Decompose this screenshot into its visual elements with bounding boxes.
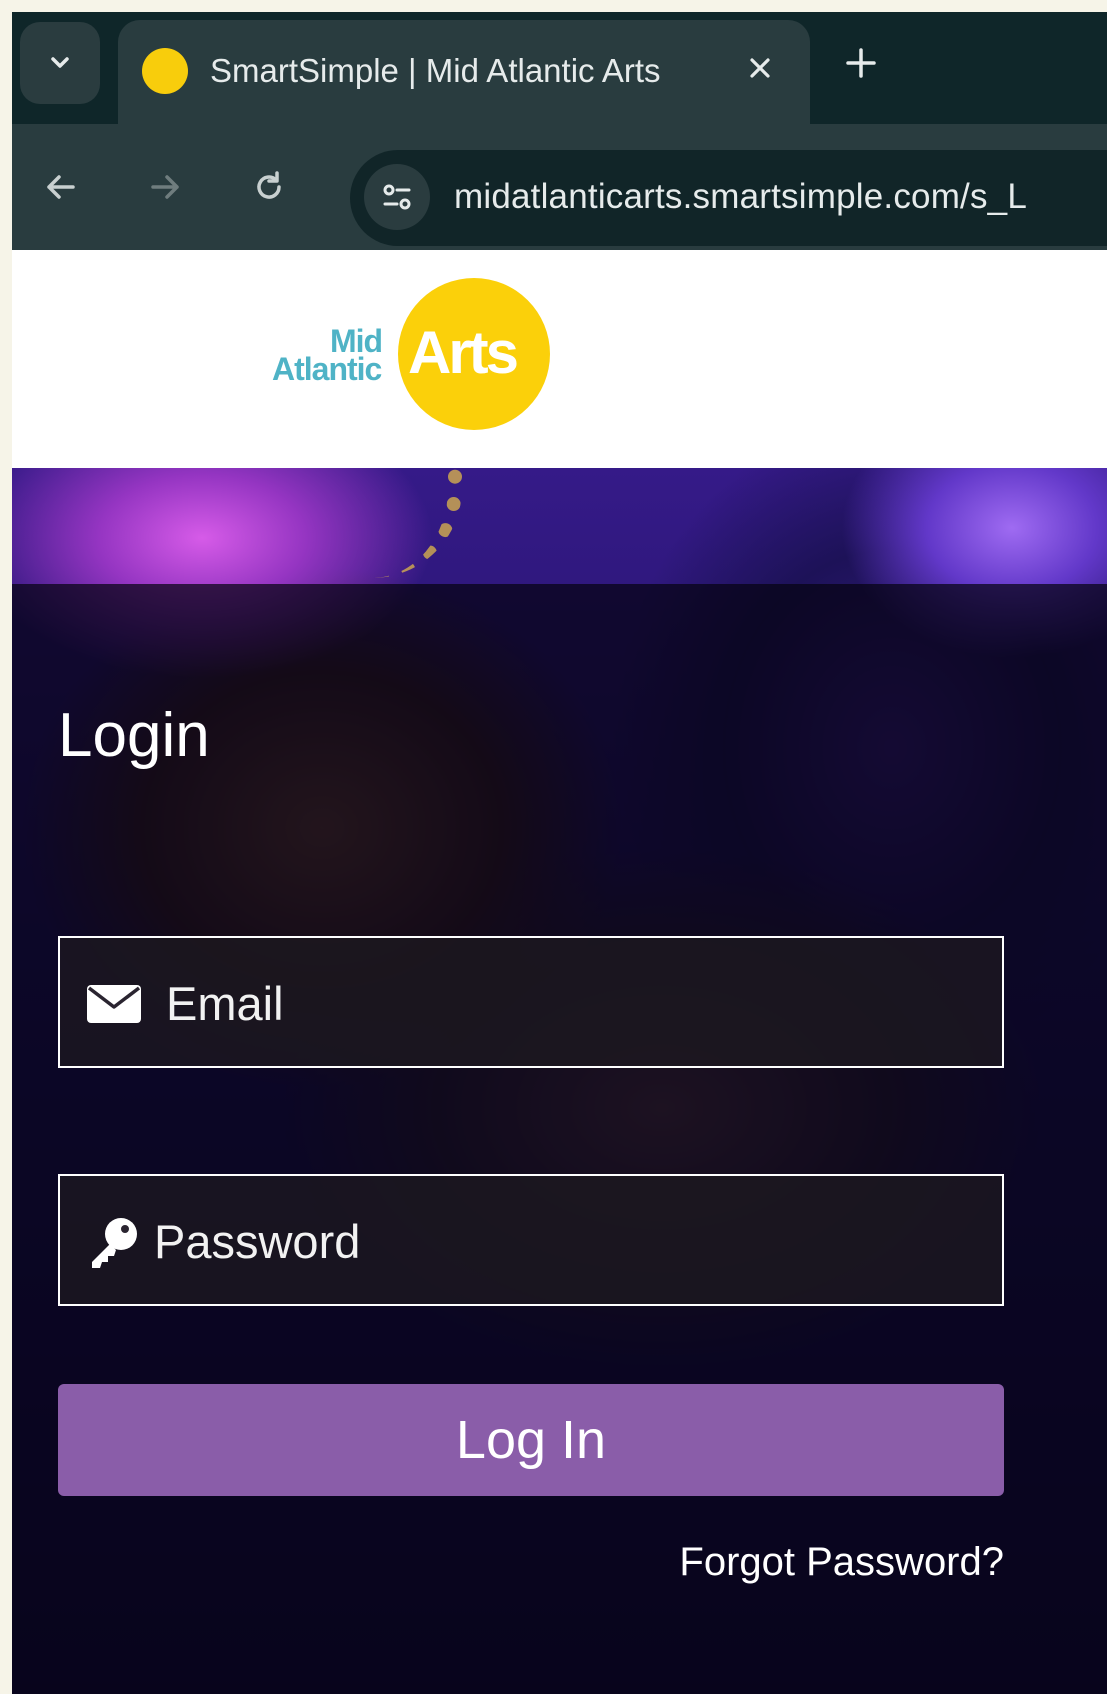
logo-text-arts: Arts (408, 319, 519, 386)
chevron-down-icon (51, 57, 69, 68)
plus-icon (846, 48, 876, 78)
favicon-icon (142, 48, 188, 94)
forgot-password-link[interactable]: Forgot Password? (679, 1540, 1004, 1585)
reload-button[interactable] (238, 156, 300, 218)
tab-active[interactable]: SmartSimple | Mid Atlantic Arts (118, 20, 810, 124)
envelope-icon (84, 974, 144, 1034)
tab-title: SmartSimple | Mid Atlantic Arts (210, 52, 661, 89)
logo-text-atlantic: Atlantic (272, 351, 382, 387)
tab-strip: SmartSimple | Mid Atlantic Arts (12, 12, 1107, 124)
web-page: Mid Atlantic Arts Login Log In Forgot Pa… (12, 250, 1107, 1694)
site-header: Mid Atlantic Arts (12, 250, 1107, 468)
hero-background-photo (12, 468, 1107, 1694)
hero-photo-detail (272, 468, 462, 578)
arrow-right-icon (151, 175, 179, 199)
email-input[interactable] (166, 958, 986, 1048)
reload-icon (257, 171, 281, 199)
key-icon (84, 1212, 144, 1272)
site-info-button[interactable] (364, 164, 430, 230)
login-button[interactable]: Log In (58, 1384, 1004, 1496)
email-field[interactable] (58, 936, 1004, 1068)
new-tab-button[interactable] (830, 32, 892, 94)
address-bar[interactable]: midatlanticarts.smartsimple.com/s_L (350, 150, 1107, 246)
arrow-left-icon (47, 175, 75, 199)
browser-window: SmartSimple | Mid Atlantic Arts midatlan… (12, 12, 1107, 1694)
tab-close-button[interactable] (734, 42, 786, 94)
browser-toolbar: midatlanticarts.smartsimple.com/s_L (12, 124, 1107, 250)
forward-button[interactable] (134, 156, 196, 218)
password-field[interactable] (58, 1174, 1004, 1306)
tune-icon (383, 184, 411, 210)
password-input[interactable] (154, 1196, 974, 1286)
site-logo[interactable]: Mid Atlantic Arts (272, 278, 572, 448)
back-button[interactable] (30, 156, 92, 218)
login-title: Login (58, 701, 210, 770)
close-icon (750, 58, 770, 78)
url-text[interactable]: midatlanticarts.smartsimple.com/s_L (454, 177, 1027, 217)
tab-search-button[interactable] (20, 22, 100, 104)
